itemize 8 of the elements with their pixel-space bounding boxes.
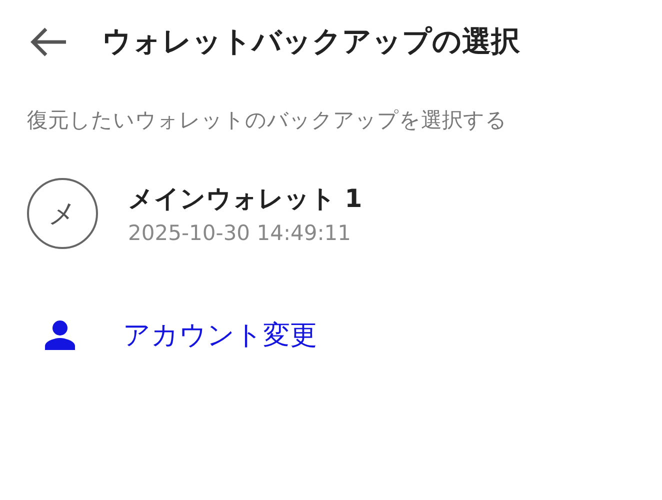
wallet-name: メインウォレット 1 (128, 183, 362, 215)
back-button[interactable] (28, 26, 68, 58)
instruction-text: 復元したいウォレットのバックアップを選択する (27, 107, 508, 134)
backup-date: 2025-10-30 14:49:11 (128, 221, 352, 245)
person-icon (44, 320, 76, 350)
page-title: ウォレットバックアップの選択 (102, 23, 520, 60)
wallet-avatar: メ (27, 178, 98, 249)
change-account-link[interactable]: アカウント変更 (123, 317, 317, 353)
